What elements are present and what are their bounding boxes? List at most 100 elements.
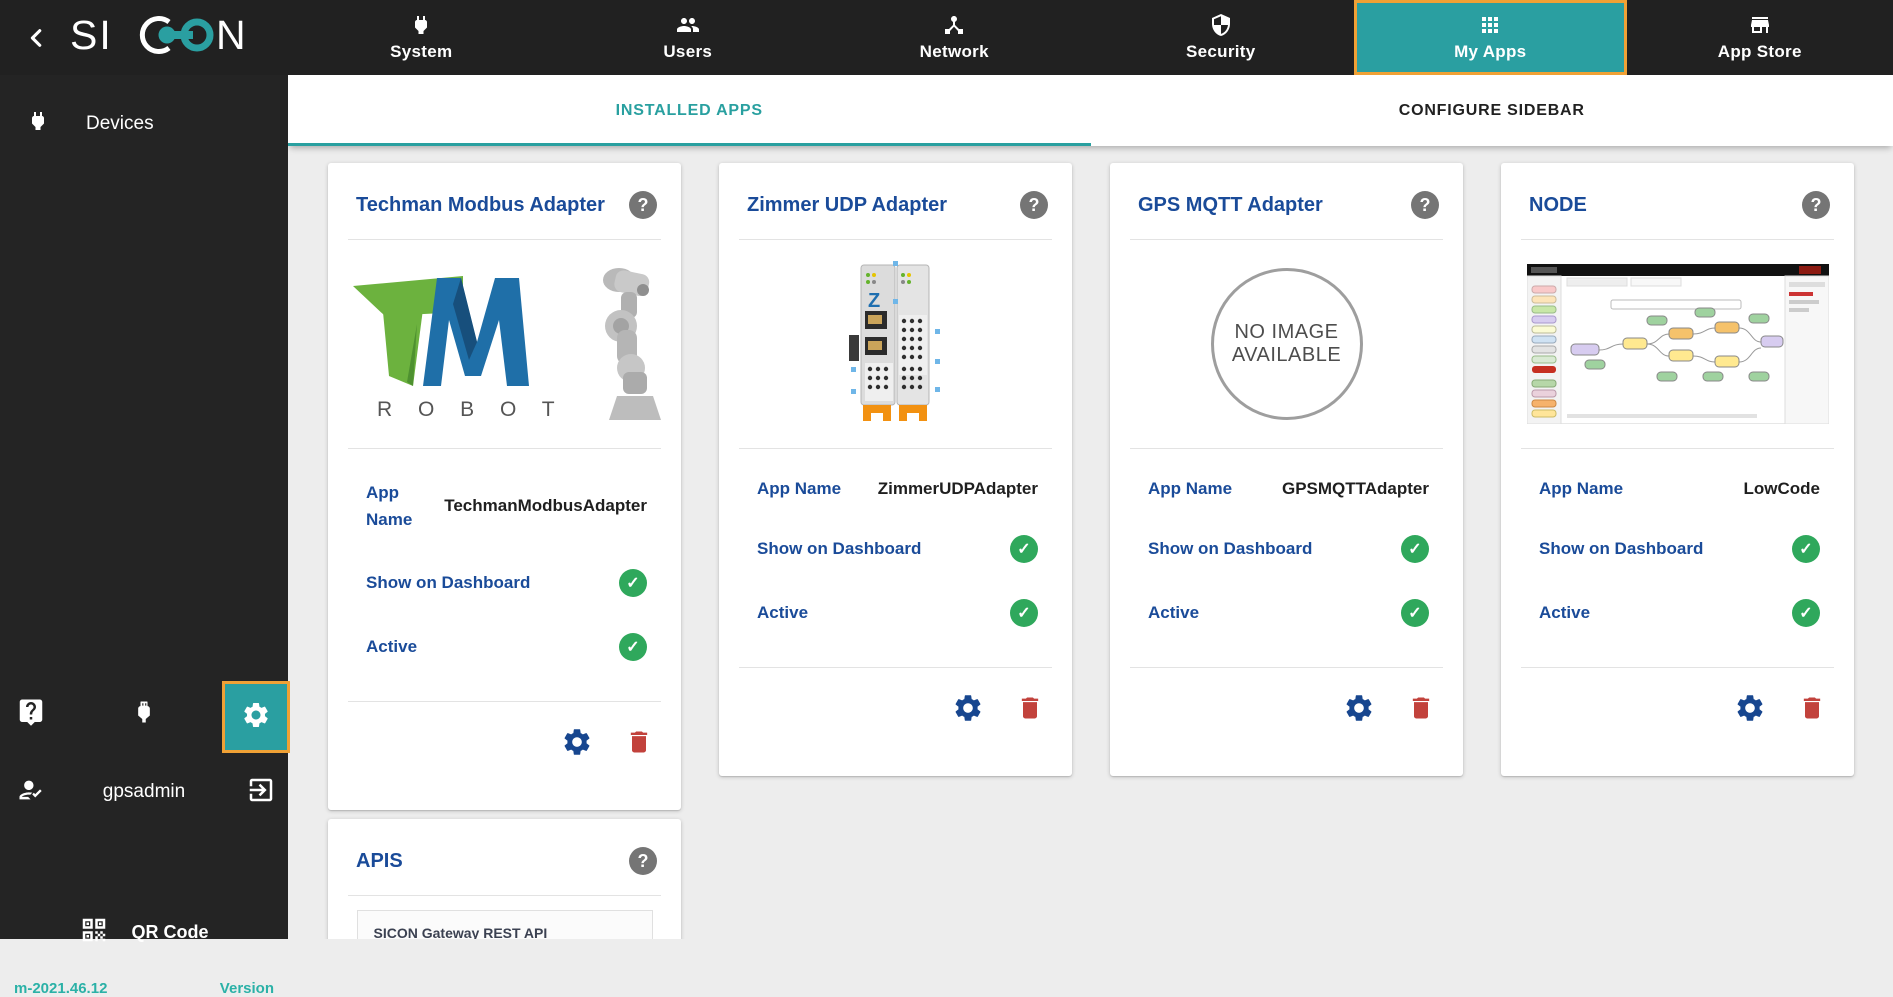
field-label: App Name [757, 479, 841, 499]
nav-item-security[interactable]: Security [1088, 0, 1355, 75]
field-app-name: App Name LowCode [1539, 479, 1820, 499]
nav-item-my-apps[interactable]: My Apps [1354, 0, 1627, 75]
tab-bar: INSTALLED APPS CONFIGURE SIDEBAR [288, 75, 1893, 146]
sidebar-item-label: Devices [86, 113, 154, 135]
app-name-value: TechmanModbusAdapter [444, 496, 647, 516]
shield-icon [1209, 13, 1233, 37]
field-label: App Name [1148, 479, 1232, 499]
sidebar-utility-icons [0, 679, 288, 753]
app-card-gps-mqtt-adapter: GPS MQTT Adapter ? NO IMAGE AVAILABLE Ap… [1110, 163, 1463, 776]
card-title: APIS [356, 850, 403, 873]
user-row: gpsadmin [0, 769, 288, 815]
delete-trash-icon[interactable] [1016, 694, 1044, 722]
field-label: App Name [1539, 479, 1623, 499]
field-app-name: App Name ZimmerUDPAdapter [757, 479, 1038, 499]
check-circle-icon: ✓ [1792, 535, 1820, 563]
card-image-api-docs: SICON Gateway REST API [357, 910, 653, 939]
top-navigation-bar: SI N System Users Network [0, 0, 1893, 75]
field-label: App Name [366, 479, 422, 533]
no-image-placeholder: NO IMAGE AVAILABLE [1211, 268, 1363, 420]
nav-label: Users [663, 42, 712, 62]
tab-configure-sidebar[interactable]: CONFIGURE SIDEBAR [1091, 75, 1893, 146]
nav-item-network[interactable]: Network [821, 0, 1088, 75]
card-image-tm-robot: R O B O T [328, 240, 681, 448]
usb-plug-icon[interactable] [130, 697, 158, 732]
check-circle-icon: ✓ [1010, 535, 1038, 563]
version-row: m-2021.46.12 Version [0, 980, 288, 997]
help-icon[interactable]: ? [1411, 191, 1439, 219]
network-hub-icon [942, 13, 966, 37]
nav-item-app-store[interactable]: App Store [1627, 0, 1893, 75]
app-name-value: ZimmerUDPAdapter [878, 479, 1038, 499]
field-show-on-dashboard: Show on Dashboard ✓ [366, 569, 647, 597]
back-chevron-icon[interactable] [20, 21, 54, 55]
main-nav: System Users Network Security My Apps [288, 0, 1893, 75]
field-show-on-dashboard: Show on Dashboard ✓ [1539, 535, 1820, 563]
nav-label: My Apps [1454, 42, 1526, 62]
api-doc-title: SICON Gateway REST API [374, 925, 636, 939]
help-icon[interactable]: ? [629, 847, 657, 875]
apps-grid-icon [1478, 13, 1502, 37]
field-app-name: App Name GPSMQTTAdapter [1148, 479, 1429, 499]
card-title: GPS MQTT Adapter [1138, 194, 1323, 217]
card-title: Techman Modbus Adapter [356, 194, 605, 217]
delete-trash-icon[interactable] [1798, 694, 1826, 722]
field-label: Active [1539, 603, 1590, 623]
sicon-logo: SI N [70, 11, 255, 64]
configure-gear-icon[interactable] [1343, 692, 1375, 724]
check-circle-icon: ✓ [1401, 535, 1429, 563]
field-label: Active [1148, 603, 1199, 623]
field-show-on-dashboard: Show on Dashboard ✓ [1148, 535, 1429, 563]
svg-text:Z: Z [868, 290, 880, 312]
nav-item-users[interactable]: Users [555, 0, 822, 75]
check-circle-icon: ✓ [619, 633, 647, 661]
help-bubble-icon[interactable] [16, 697, 46, 732]
qr-code-item[interactable]: QR Code [0, 915, 288, 950]
card-title: NODE [1529, 194, 1587, 217]
configure-gear-icon[interactable] [952, 692, 984, 724]
divider [348, 895, 661, 896]
configure-gear-icon[interactable] [1734, 692, 1766, 724]
no-image-text: AVAILABLE [1232, 344, 1341, 367]
field-active: Active ✓ [757, 599, 1038, 627]
help-icon[interactable]: ? [1020, 191, 1048, 219]
plug-icon [409, 13, 433, 37]
settings-gear-button-highlighted[interactable] [222, 681, 290, 753]
field-app-name: App Name TechmanModbusAdapter [366, 479, 647, 533]
topbar-left: SI N [0, 0, 288, 75]
nav-label: App Store [1718, 42, 1802, 62]
svg-text:N: N [216, 12, 246, 58]
storefront-icon [1747, 13, 1773, 37]
check-circle-icon: ✓ [1792, 599, 1820, 627]
configure-gear-icon[interactable] [561, 726, 593, 758]
robot-arm-image [581, 264, 665, 424]
field-label: Show on Dashboard [1148, 539, 1312, 559]
field-label: Show on Dashboard [366, 573, 530, 593]
help-icon[interactable]: ? [1802, 191, 1830, 219]
no-image-text: NO IMAGE [1234, 321, 1338, 344]
svg-text:SI: SI [70, 12, 113, 58]
app-card-apis: APIS ? SICON Gateway REST API [328, 819, 681, 939]
field-active: Active ✓ [1148, 599, 1429, 627]
sidebar-item-devices[interactable]: Devices [0, 75, 288, 138]
users-icon [674, 13, 702, 37]
card-image-node-red-editor [1501, 240, 1854, 448]
help-icon[interactable]: ? [629, 191, 657, 219]
nav-item-system[interactable]: System [288, 0, 555, 75]
nav-label: System [390, 42, 452, 62]
gear-icon [241, 700, 271, 735]
version-label: Version [220, 980, 274, 997]
field-show-on-dashboard: Show on Dashboard ✓ [757, 535, 1038, 563]
field-label: Active [366, 637, 417, 657]
check-circle-icon: ✓ [1401, 599, 1429, 627]
delete-trash-icon[interactable] [1407, 694, 1435, 722]
qr-code-label: QR Code [131, 922, 208, 943]
field-active: Active ✓ [1539, 599, 1820, 627]
app-card-node: NODE ? [1501, 163, 1854, 776]
logout-icon[interactable] [246, 775, 276, 810]
app-card-zimmer-udp-adapter: Zimmer UDP Adapter ? Z [719, 163, 1072, 776]
field-label: Show on Dashboard [1539, 539, 1703, 559]
delete-trash-icon[interactable] [625, 728, 653, 756]
tab-installed-apps[interactable]: INSTALLED APPS [288, 75, 1091, 146]
field-label: Show on Dashboard [757, 539, 921, 559]
